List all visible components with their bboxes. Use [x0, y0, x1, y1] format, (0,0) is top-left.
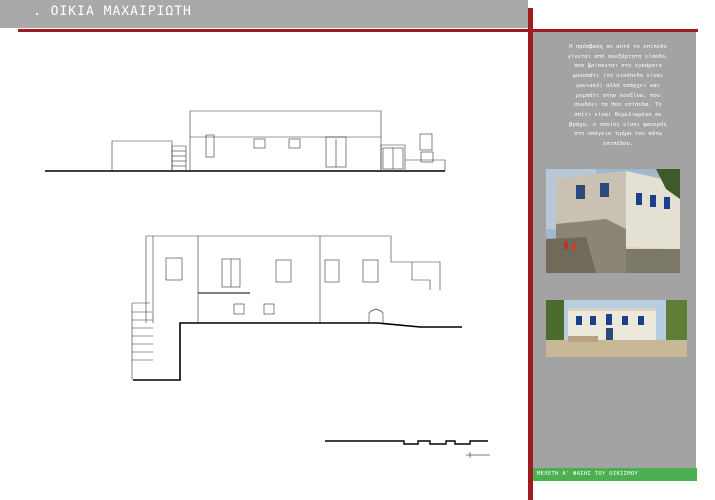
- house-photo-1: [546, 169, 680, 273]
- elevation-lower: [131, 235, 462, 381]
- footer-label: ΜΕΛΕΤΗ Α' ΦΑΣΗΣ ΤΟΥ ΟΙΚΙΣΜΟΥ: [537, 471, 639, 477]
- elevation-upper: [45, 110, 446, 172]
- sidebar-description: Η πρόσβαση σε αυτό το επίπεδο γίνεται απ…: [567, 44, 669, 148]
- elevation-drawings: [45, 110, 490, 458]
- scale-bar: [325, 440, 490, 458]
- house-photo-2-image: [546, 300, 687, 357]
- house-photo-2: [546, 300, 687, 357]
- footer-bar: ΜΕΛΕΤΗ Α' ΦΑΣΗΣ ΤΟΥ ΟΙΚΙΣΜΟΥ: [533, 468, 697, 481]
- house-photo-1-image: [546, 169, 680, 273]
